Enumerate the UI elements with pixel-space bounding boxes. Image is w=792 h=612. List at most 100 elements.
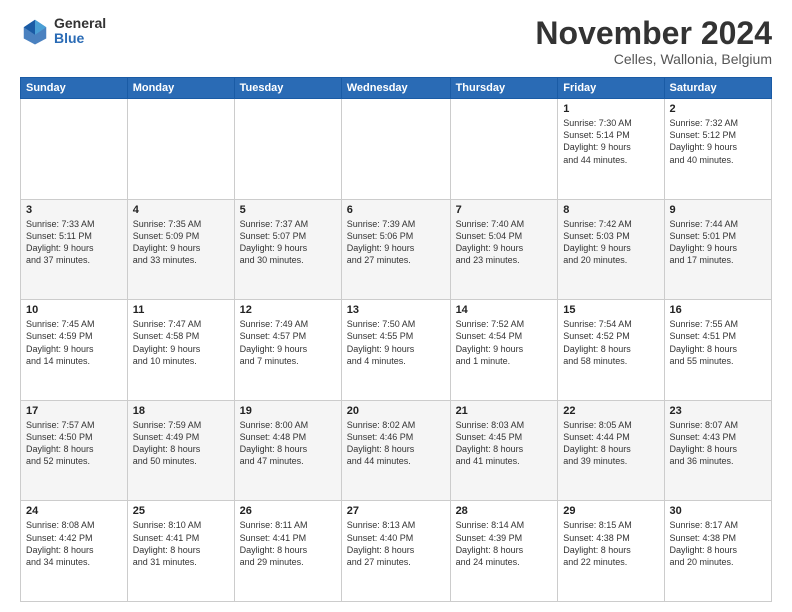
logo-blue-text: Blue: [54, 31, 106, 46]
cell-info: Sunrise: 8:11 AMSunset: 4:41 PMDaylight:…: [240, 519, 336, 568]
cell-day-number: 29: [563, 505, 658, 517]
cell-day-number: 23: [670, 405, 767, 417]
calendar-weekday-thursday: Thursday: [450, 78, 558, 99]
calendar-cell: 11 Sunrise: 7:47 AMSunset: 4:58 PMDayligh…: [127, 300, 234, 401]
cell-info: Sunrise: 7:39 AMSunset: 5:06 PMDaylight:…: [347, 218, 445, 267]
calendar-weekday-wednesday: Wednesday: [341, 78, 450, 99]
calendar-table: SundayMondayTuesdayWednesdayThursdayFrid…: [20, 77, 772, 602]
cell-day-number: 15: [563, 304, 658, 316]
page: General Blue November 2024 Celles, Wallo…: [0, 0, 792, 612]
cell-info: Sunrise: 7:30 AMSunset: 5:14 PMDaylight:…: [563, 117, 658, 166]
logo-icon: [20, 16, 50, 46]
calendar-cell: 21 Sunrise: 8:03 AMSunset: 4:45 PMDayligh…: [450, 400, 558, 501]
calendar-cell: 7 Sunrise: 7:40 AMSunset: 5:04 PMDaylight…: [450, 199, 558, 300]
calendar-cell: [127, 99, 234, 200]
calendar-weekday-friday: Friday: [558, 78, 664, 99]
calendar-cell: 2 Sunrise: 7:32 AMSunset: 5:12 PMDaylight…: [664, 99, 772, 200]
cell-info: Sunrise: 7:37 AMSunset: 5:07 PMDaylight:…: [240, 218, 336, 267]
title-block: November 2024 Celles, Wallonia, Belgium: [535, 16, 772, 67]
cell-info: Sunrise: 7:57 AMSunset: 4:50 PMDaylight:…: [26, 419, 122, 468]
calendar-cell: [234, 99, 341, 200]
cell-day-number: 12: [240, 304, 336, 316]
calendar-cell: 24 Sunrise: 8:08 AMSunset: 4:42 PMDayligh…: [21, 501, 128, 602]
calendar-cell: 29 Sunrise: 8:15 AMSunset: 4:38 PMDayligh…: [558, 501, 664, 602]
cell-info: Sunrise: 7:52 AMSunset: 4:54 PMDaylight:…: [456, 318, 553, 367]
calendar-cell: 13 Sunrise: 7:50 AMSunset: 4:55 PMDayligh…: [341, 300, 450, 401]
cell-info: Sunrise: 8:03 AMSunset: 4:45 PMDaylight:…: [456, 419, 553, 468]
cell-info: Sunrise: 7:44 AMSunset: 5:01 PMDaylight:…: [670, 218, 767, 267]
cell-info: Sunrise: 7:42 AMSunset: 5:03 PMDaylight:…: [563, 218, 658, 267]
calendar-cell: 30Sunrise: 8:17 AMSunset: 4:38 PMDayligh…: [664, 501, 772, 602]
calendar-cell: 19 Sunrise: 8:00 AMSunset: 4:48 PMDayligh…: [234, 400, 341, 501]
cell-day-number: 27: [347, 505, 445, 517]
cell-day-number: 3: [26, 204, 122, 216]
cell-day-number: 17: [26, 405, 122, 417]
cell-day-number: 16: [670, 304, 767, 316]
calendar-week-row: 17 Sunrise: 7:57 AMSunset: 4:50 PMDayligh…: [21, 400, 772, 501]
calendar-cell: 3 Sunrise: 7:33 AMSunset: 5:11 PMDaylight…: [21, 199, 128, 300]
calendar-cell: 1 Sunrise: 7:30 AMSunset: 5:14 PMDaylight…: [558, 99, 664, 200]
calendar-cell: 10Sunrise: 7:45 AMSunset: 4:59 PMDayligh…: [21, 300, 128, 401]
calendar-cell: 20Sunrise: 8:02 AMSunset: 4:46 PMDayligh…: [341, 400, 450, 501]
cell-info: Sunrise: 8:00 AMSunset: 4:48 PMDaylight:…: [240, 419, 336, 468]
cell-info: Sunrise: 8:15 AMSunset: 4:38 PMDaylight:…: [563, 519, 658, 568]
calendar-cell: [450, 99, 558, 200]
logo-text: General Blue: [54, 16, 106, 47]
cell-day-number: 9: [670, 204, 767, 216]
page-subtitle: Celles, Wallonia, Belgium: [535, 51, 772, 67]
cell-day-number: 20: [347, 405, 445, 417]
calendar-week-row: 3 Sunrise: 7:33 AMSunset: 5:11 PMDaylight…: [21, 199, 772, 300]
cell-info: Sunrise: 8:08 AMSunset: 4:42 PMDaylight:…: [26, 519, 122, 568]
calendar-header-row: SundayMondayTuesdayWednesdayThursdayFrid…: [21, 78, 772, 99]
cell-day-number: 30: [670, 505, 767, 517]
cell-day-number: 4: [133, 204, 229, 216]
cell-day-number: 2: [670, 103, 767, 115]
page-title: November 2024: [535, 16, 772, 51]
cell-day-number: 7: [456, 204, 553, 216]
cell-info: Sunrise: 7:50 AMSunset: 4:55 PMDaylight:…: [347, 318, 445, 367]
cell-day-number: 5: [240, 204, 336, 216]
calendar-cell: 12Sunrise: 7:49 AMSunset: 4:57 PMDayligh…: [234, 300, 341, 401]
calendar-cell: 16 Sunrise: 7:55 AMSunset: 4:51 PMDayligh…: [664, 300, 772, 401]
cell-day-number: 11: [133, 304, 229, 316]
cell-info: Sunrise: 7:55 AMSunset: 4:51 PMDaylight:…: [670, 318, 767, 367]
calendar-cell: 15 Sunrise: 7:54 AMSunset: 4:52 PMDayligh…: [558, 300, 664, 401]
cell-day-number: 13: [347, 304, 445, 316]
calendar-week-row: 10Sunrise: 7:45 AMSunset: 4:59 PMDayligh…: [21, 300, 772, 401]
cell-day-number: 22: [563, 405, 658, 417]
calendar-cell: 4Sunrise: 7:35 AMSunset: 5:09 PMDaylight…: [127, 199, 234, 300]
calendar-cell: 18 Sunrise: 7:59 AMSunset: 4:49 PMDayligh…: [127, 400, 234, 501]
calendar-weekday-saturday: Saturday: [664, 78, 772, 99]
cell-info: Sunrise: 7:40 AMSunset: 5:04 PMDaylight:…: [456, 218, 553, 267]
calendar-cell: 6Sunrise: 7:39 AMSunset: 5:06 PMDaylight…: [341, 199, 450, 300]
cell-info: Sunrise: 7:32 AMSunset: 5:12 PMDaylight:…: [670, 117, 767, 166]
calendar-week-row: 24 Sunrise: 8:08 AMSunset: 4:42 PMDayligh…: [21, 501, 772, 602]
cell-day-number: 21: [456, 405, 553, 417]
calendar-cell: 25 Sunrise: 8:10 AMSunset: 4:41 PMDayligh…: [127, 501, 234, 602]
cell-info: Sunrise: 8:07 AMSunset: 4:43 PMDaylight:…: [670, 419, 767, 468]
header: General Blue November 2024 Celles, Wallo…: [20, 16, 772, 67]
cell-day-number: 10: [26, 304, 122, 316]
cell-info: Sunrise: 7:54 AMSunset: 4:52 PMDaylight:…: [563, 318, 658, 367]
cell-day-number: 25: [133, 505, 229, 517]
calendar-cell: [341, 99, 450, 200]
calendar-cell: 28Sunrise: 8:14 AMSunset: 4:39 PMDayligh…: [450, 501, 558, 602]
cell-day-number: 18: [133, 405, 229, 417]
cell-info: Sunrise: 8:05 AMSunset: 4:44 PMDaylight:…: [563, 419, 658, 468]
cell-day-number: 19: [240, 405, 336, 417]
cell-info: Sunrise: 8:13 AMSunset: 4:40 PMDaylight:…: [347, 519, 445, 568]
logo: General Blue: [20, 16, 106, 47]
calendar-cell: 17 Sunrise: 7:57 AMSunset: 4:50 PMDayligh…: [21, 400, 128, 501]
logo-general-text: General: [54, 16, 106, 31]
cell-info: Sunrise: 7:47 AMSunset: 4:58 PMDaylight:…: [133, 318, 229, 367]
cell-day-number: 26: [240, 505, 336, 517]
cell-info: Sunrise: 7:59 AMSunset: 4:49 PMDaylight:…: [133, 419, 229, 468]
cell-day-number: 24: [26, 505, 122, 517]
cell-info: Sunrise: 7:33 AMSunset: 5:11 PMDaylight:…: [26, 218, 122, 267]
cell-day-number: 1: [563, 103, 658, 115]
cell-day-number: 8: [563, 204, 658, 216]
calendar-weekday-sunday: Sunday: [21, 78, 128, 99]
calendar-cell: 26 Sunrise: 8:11 AMSunset: 4:41 PMDayligh…: [234, 501, 341, 602]
cell-day-number: 28: [456, 505, 553, 517]
cell-info: Sunrise: 8:10 AMSunset: 4:41 PMDaylight:…: [133, 519, 229, 568]
